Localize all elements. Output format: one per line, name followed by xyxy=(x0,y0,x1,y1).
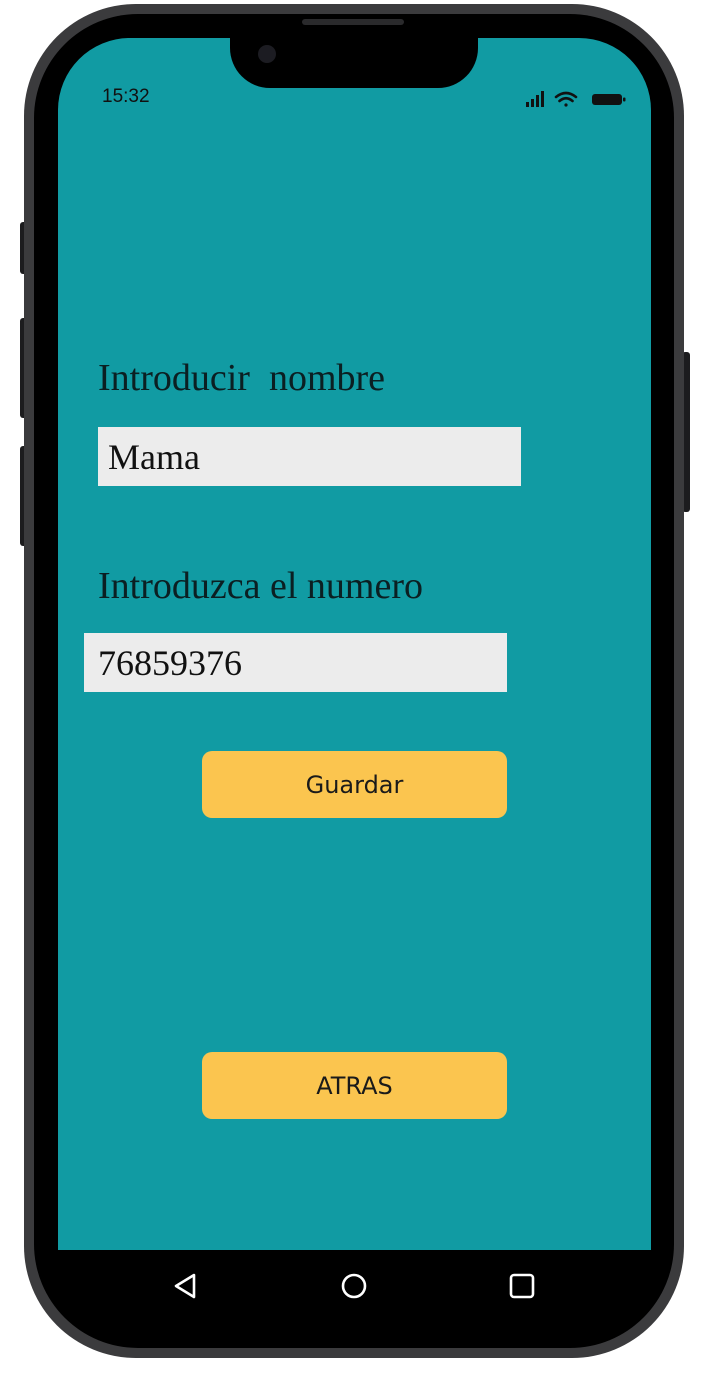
front-camera xyxy=(258,45,276,63)
status-time: 15:32 xyxy=(102,86,150,107)
recent-square-icon[interactable] xyxy=(504,1268,540,1304)
phone-mockup: 15:32 Introducir nombre Introduzca el nu… xyxy=(0,0,705,1381)
back-triangle-icon[interactable] xyxy=(168,1268,204,1304)
number-label: Introduzca el numero xyxy=(98,565,423,607)
home-circle-icon[interactable] xyxy=(336,1268,372,1304)
earpiece-speaker xyxy=(302,19,404,25)
save-button[interactable]: Guardar xyxy=(202,751,507,818)
number-input[interactable] xyxy=(84,633,507,692)
battery-icon xyxy=(592,94,626,105)
name-label: Introducir nombre xyxy=(98,357,386,399)
back-button[interactable]: ATRAS xyxy=(202,1052,507,1119)
signal-icon xyxy=(526,91,544,107)
name-input[interactable] xyxy=(98,427,521,486)
status-icons xyxy=(526,90,632,108)
wifi-icon xyxy=(554,91,578,107)
